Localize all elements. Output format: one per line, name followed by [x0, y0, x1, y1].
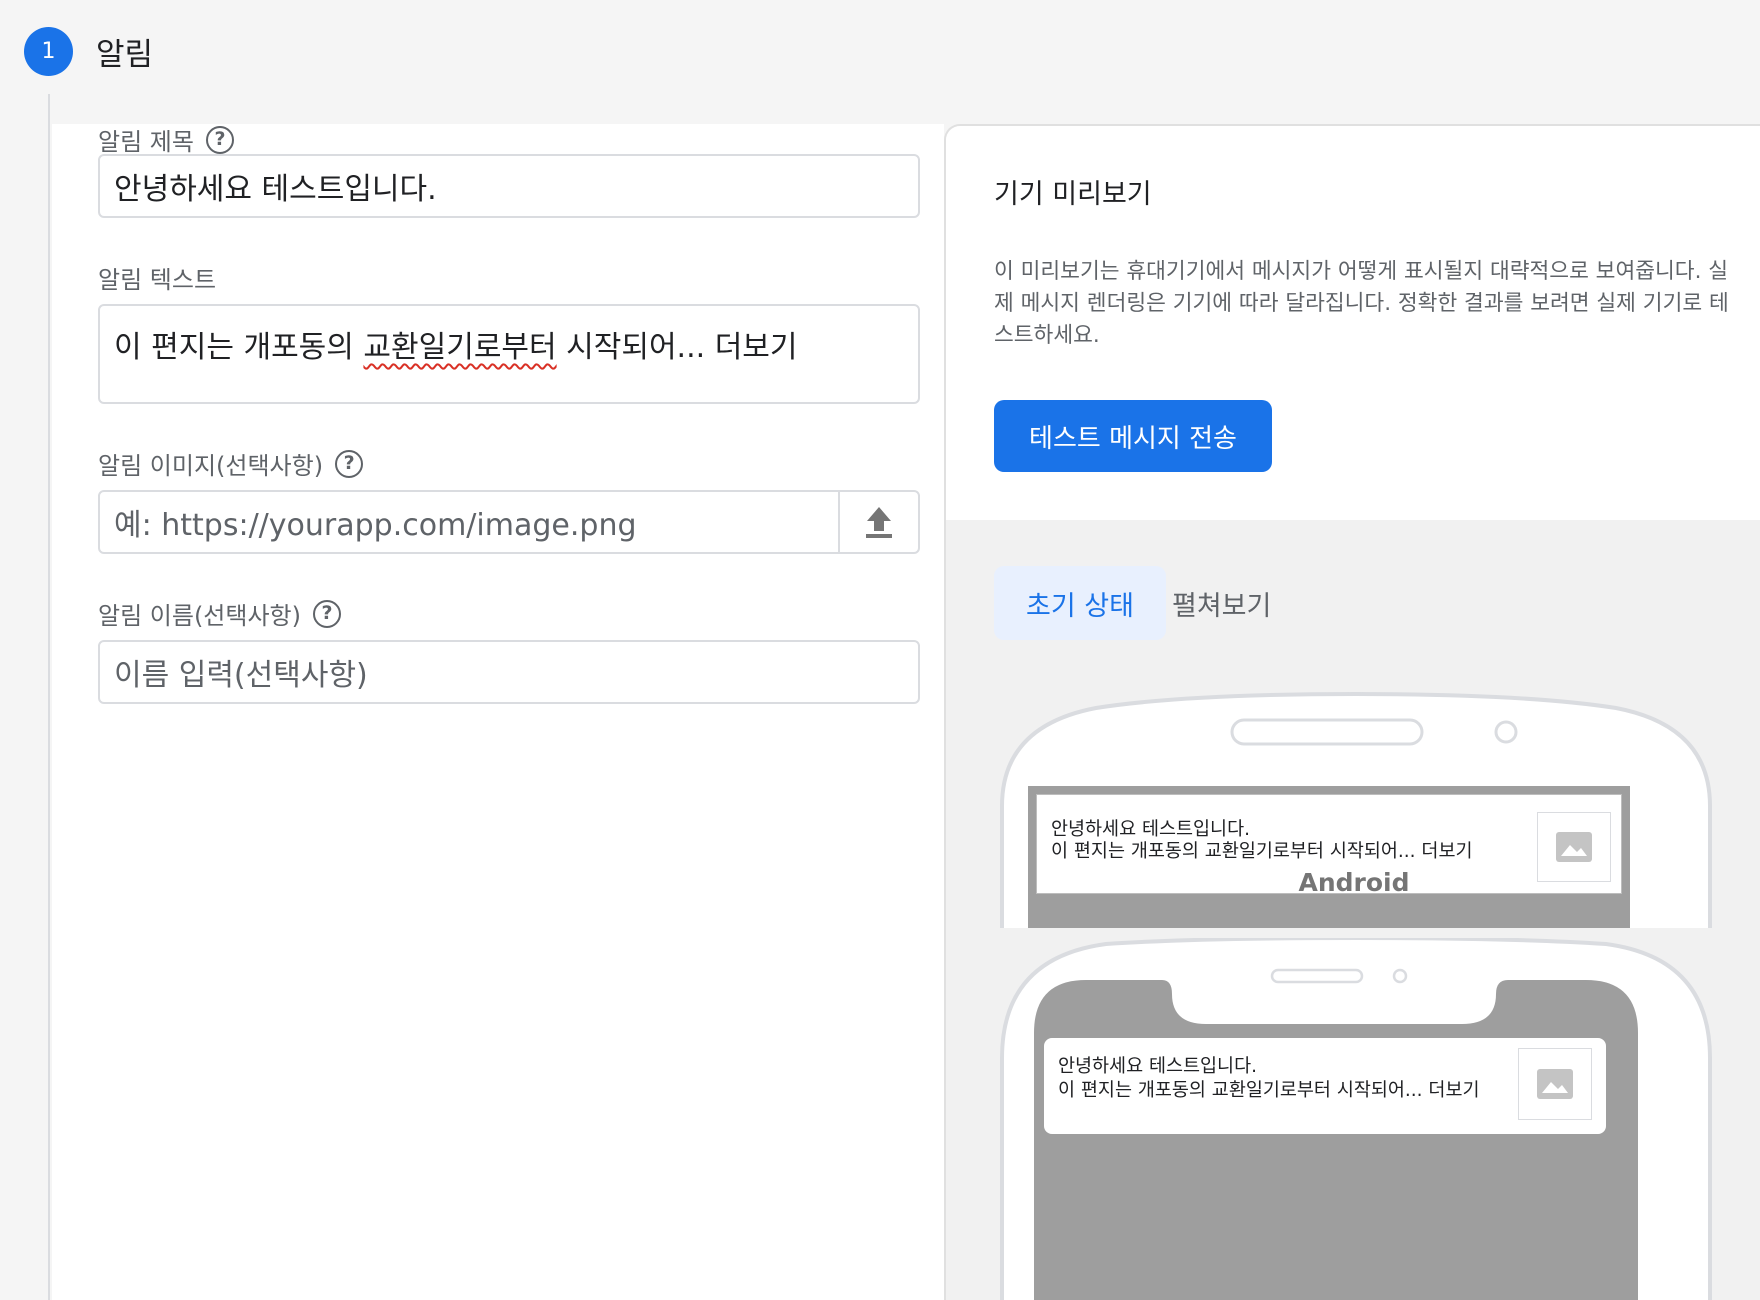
- preview-header: 기기 미리보기 이 미리보기는 휴대기기에서 메시지가 어떻게 표시될지 대략적…: [946, 126, 1760, 520]
- notification-form: 알림 제목 ? 안녕하세요 테스트입니다. 알림 텍스트 이 편지는 개포동의 …: [52, 124, 944, 1300]
- help-icon[interactable]: ?: [335, 449, 364, 478]
- preview-description: 이 미리보기는 휴대기기에서 메시지가 어떻게 표시될지 대략적으로 보여줍니다…: [994, 259, 1729, 348]
- title-field-label: 알림 제목 ?: [98, 122, 234, 157]
- image-label-text: 알림 이미지(선택사항): [98, 452, 324, 480]
- notification-body: 이 편지는 개포동의 교환일기로부터 시작되어... 더보기: [1058, 1080, 1480, 1101]
- step-header: 1 알림: [0, 0, 1760, 124]
- title-input[interactable]: 안녕하세요 테스트입니다.: [98, 154, 920, 218]
- device-preview-card: 기기 미리보기 이 미리보기는 휴대기기에서 메시지가 어떻게 표시될지 대략적…: [944, 124, 1760, 1300]
- text-field-label: 알림 텍스트: [98, 260, 216, 295]
- image-placeholder-icon: [1556, 832, 1592, 862]
- notification-card: 안녕하세요 테스트입니다. 이 편지는 개포동의 교환일기로부터 시작되어...…: [1044, 1038, 1606, 1134]
- upload-icon: [866, 507, 892, 538]
- upload-button[interactable]: [838, 492, 918, 552]
- text-value-part: 시작되어... 더보기: [556, 330, 798, 365]
- notification-title: 안녕하세요 테스트입니다.: [1058, 1056, 1257, 1077]
- step-number-badge: 1: [24, 27, 73, 76]
- preview-title: 기기 미리보기: [994, 179, 1152, 210]
- title-label-text: 알림 제목: [98, 128, 194, 156]
- tab-expanded[interactable]: 펼쳐보기: [1140, 566, 1303, 640]
- text-value-part: 이 편지는 개포동의: [114, 330, 364, 365]
- step-title[interactable]: 알림: [96, 29, 153, 74]
- help-icon[interactable]: ?: [313, 599, 341, 628]
- name-label-text: 알림 이름(선택사항): [98, 602, 301, 630]
- image-field-label: 알림 이미지(선택사항) ?: [98, 446, 364, 481]
- help-icon[interactable]: ?: [205, 125, 234, 154]
- text-label-text: 알림 텍스트: [98, 266, 217, 294]
- device-label-android: Android: [1298, 868, 1410, 897]
- text-input[interactable]: 이 편지는 개포동의 교환일기로부터 시작되어... 더보기: [98, 304, 920, 404]
- name-field-label: 알림 이름(선택사항) ?: [98, 596, 341, 631]
- notification-body: 이 편지는 개포동의 교환일기로부터 시작되어... 더보기: [1051, 841, 1473, 862]
- image-url-input[interactable]: 예: https://yourapp.com/image.png: [98, 490, 920, 554]
- misspelled-word: 교환일기로부터: [363, 330, 557, 365]
- notification-image: [1518, 1048, 1592, 1120]
- image-url-placeholder: 예: https://yourapp.com/image.png: [114, 508, 637, 543]
- name-input[interactable]: 이름 입력(선택사항): [98, 640, 920, 704]
- image-placeholder-icon: [1537, 1069, 1573, 1099]
- step-connector-line: [48, 94, 50, 1300]
- send-test-message-button[interactable]: 테스트 메시지 전송: [994, 400, 1272, 472]
